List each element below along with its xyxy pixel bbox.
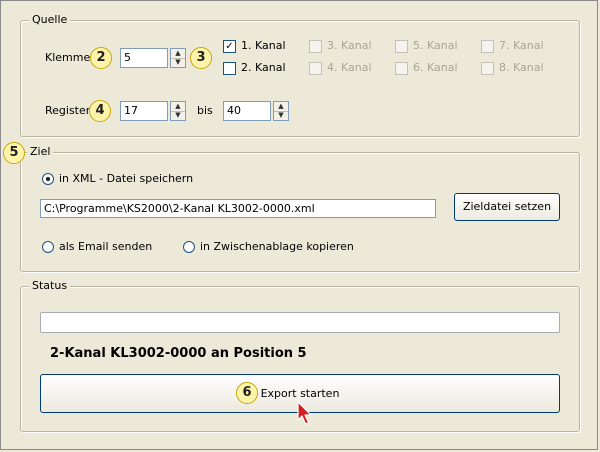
channel-1-label: 1. Kanal [241,39,286,52]
callout-badge-3: 3 [190,47,212,69]
export-progress-bar [40,312,560,333]
checkbox-disabled-icon [481,40,494,53]
register-from-input[interactable]: 17 [120,101,168,121]
register-label: Register [45,104,91,117]
checkbox-disabled-icon [309,40,322,53]
callout-badge-6: 6 [236,382,258,404]
klemme-input[interactable]: 5 [120,48,168,68]
register-from-spin-buttons[interactable]: ▲ ▼ [170,101,186,121]
register-from-spinner[interactable]: 17 ▲ ▼ [120,101,186,121]
bis-label: bis [197,104,213,117]
channel-8-label: 8. Kanal [499,61,544,74]
radio-empty-icon[interactable] [183,241,195,253]
checkbox-disabled-icon [395,62,408,75]
checkbox-disabled-icon [481,62,494,75]
channel-5-label: 5. Kanal [413,39,458,52]
clipboard-label: in Zwischenablage kopieren [200,240,354,253]
channel-3-label: 3. Kanal [327,39,372,52]
file-path-input[interactable]: C:\Programme\KS2000\2-Kanal KL3002-0000.… [40,199,436,218]
callout-badge-4: 4 [89,100,111,122]
mouse-pointer-icon [297,401,312,425]
ziel-legend: Ziel [27,145,54,159]
set-target-file-button[interactable]: Zieldatei setzen [454,193,560,221]
channel-4-label: 4. Kanal [327,61,372,74]
channel-2-label: 2. Kanal [241,61,286,74]
checkmark-icon[interactable]: ✓ [223,40,236,53]
klemme-spin-buttons[interactable]: ▲ ▼ [170,48,186,68]
radio-selected-icon[interactable] [42,173,54,185]
checkbox-empty-icon[interactable] [223,62,236,75]
channel-6-label: 6. Kanal [413,61,458,74]
status-message: 2-Kanal KL3002-0000 an Position 5 [50,346,307,361]
klemme-spinner[interactable]: 5 ▲ ▼ [120,48,186,68]
quelle-legend: Quelle [29,13,71,27]
spin-down-icon[interactable]: ▼ [274,111,288,120]
register-to-input[interactable]: 40 [223,101,271,121]
spin-down-icon[interactable]: ▼ [171,111,185,120]
spin-down-icon[interactable]: ▼ [171,58,185,67]
register-to-spin-buttons[interactable]: ▲ ▼ [273,101,289,121]
radio-empty-icon[interactable] [42,241,54,253]
klemme-label: Klemme [45,51,91,64]
export-start-label: Export starten [260,387,340,400]
status-legend: Status [29,279,71,293]
save-xml-label: in XML - Datei speichern [59,172,194,185]
send-email-label: als Email senden [59,240,153,253]
callout-badge-5: 5 [3,142,25,164]
checkbox-disabled-icon [309,62,322,75]
checkbox-disabled-icon [395,40,408,53]
register-to-spinner[interactable]: 40 ▲ ▼ [223,101,289,121]
callout-badge-2: 2 [90,47,112,69]
channel-7-label: 7. Kanal [499,39,544,52]
